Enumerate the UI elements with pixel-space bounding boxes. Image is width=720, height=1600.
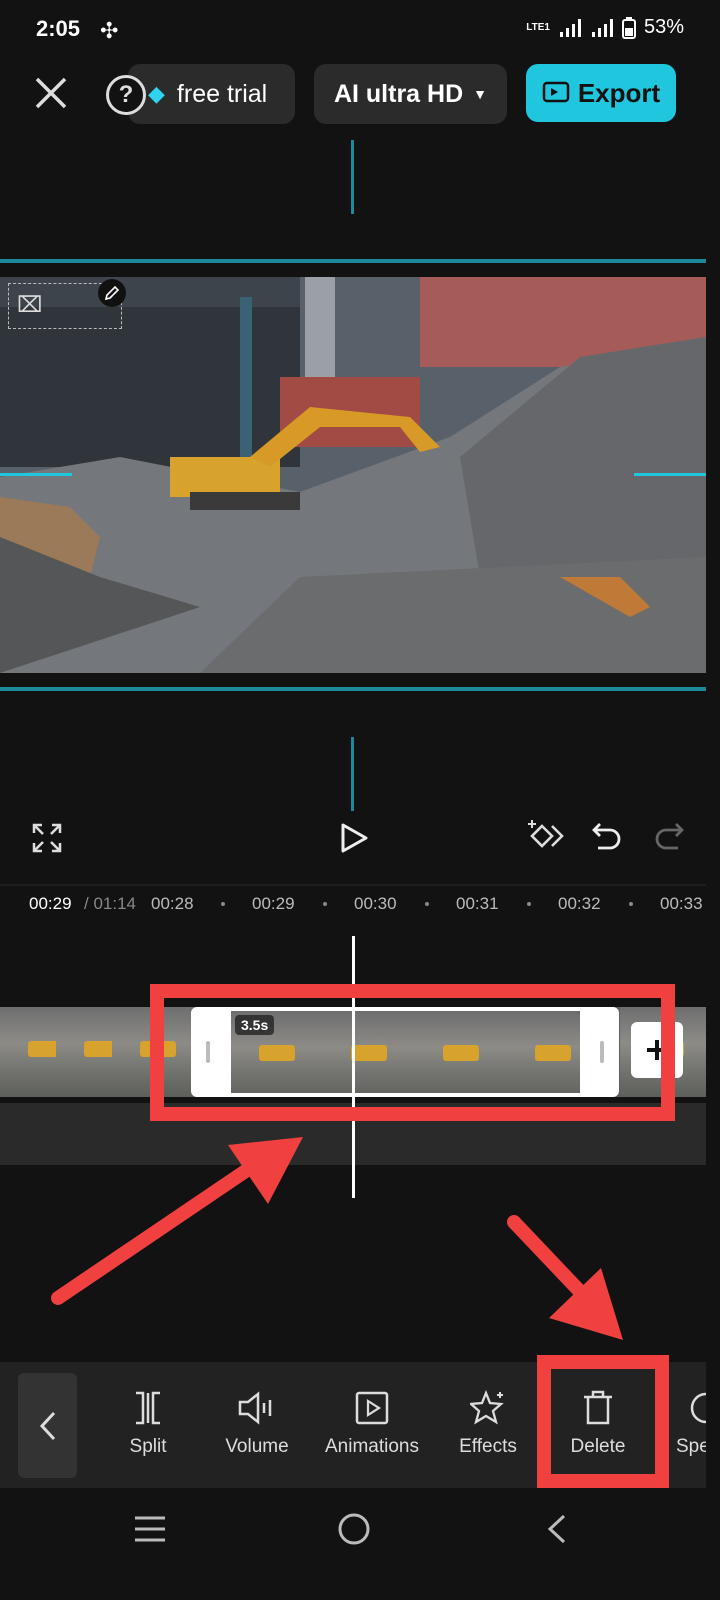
diamond-icon: ◆ (148, 81, 165, 106)
speed-tool[interactable]: Spe (676, 1388, 706, 1458)
clip-thumbnail (323, 1011, 415, 1093)
split-label: Split (129, 1436, 167, 1457)
quality-label: AI ultra HD (333, 79, 464, 108)
guide-line-bottom (0, 687, 706, 691)
delete-tool[interactable]: Delete (558, 1388, 638, 1458)
speed-label: Spe (676, 1436, 706, 1457)
total-time: / 01:14 (84, 894, 136, 913)
export-icon (542, 81, 570, 103)
export-label: Export (577, 77, 661, 108)
back-button[interactable] (18, 1373, 77, 1478)
selected-clip[interactable]: 3.5s (191, 1007, 619, 1097)
tick-label: 00:31 (456, 894, 499, 913)
signal-icon (591, 18, 613, 37)
center-guide-bottom (351, 737, 354, 811)
effects-tool[interactable]: Effects (448, 1388, 528, 1458)
volume-tool[interactable]: Volume (212, 1388, 302, 1458)
clip-duration-badge: 3.5s (235, 1015, 275, 1035)
center-guide-top (351, 140, 354, 214)
edit-watermark-button[interactable] (98, 279, 126, 307)
plus-icon (647, 1040, 667, 1060)
recents-button[interactable] (133, 1514, 167, 1549)
pinwheel-icon: ✣ (100, 18, 119, 43)
effects-icon (470, 1390, 504, 1425)
tick-label: 00:28 (151, 894, 194, 913)
network-label: LTE1 (526, 21, 550, 33)
trim-handle-left[interactable] (206, 1041, 210, 1063)
playhead[interactable] (352, 936, 355, 1198)
volume-icon (238, 1391, 272, 1425)
annotation-arrow-shaft (51, 1161, 257, 1305)
keyframe-button[interactable] (522, 818, 564, 861)
close-icon (35, 77, 67, 109)
signal-icon (559, 18, 581, 37)
play-icon (341, 823, 368, 853)
undo-button[interactable] (590, 821, 622, 858)
back-arrow-icon (547, 1514, 566, 1544)
home-circle-icon (338, 1513, 370, 1545)
free-trial-button[interactable]: ◆ free trial (128, 64, 295, 124)
tick-dot (323, 902, 327, 906)
animations-icon (355, 1391, 389, 1425)
tick-dot (425, 902, 429, 906)
tick-label: 00:29 (252, 894, 295, 913)
help-icon[interactable]: ? (106, 75, 146, 115)
current-time: 00:29 (29, 894, 72, 913)
divider (0, 884, 706, 886)
tick-label: 00:32 (558, 894, 601, 913)
menu-icon (135, 1516, 165, 1542)
split-tool[interactable]: Split (108, 1388, 188, 1458)
delete-icon (584, 1390, 612, 1425)
battery-icon (621, 16, 636, 39)
home-button[interactable] (337, 1512, 371, 1551)
time-ruler: 00:29 / 01:14 00:28 00:29 00:30 00:31 00… (0, 890, 706, 918)
fullscreen-button[interactable] (32, 823, 62, 858)
guide-line-top (0, 259, 706, 263)
trim-handle-right[interactable] (600, 1041, 604, 1063)
quality-dropdown[interactable]: AI ultra HD ▼ (314, 64, 507, 124)
redo-icon (655, 823, 684, 850)
speed-icon (690, 1392, 706, 1424)
tick-dot (221, 902, 225, 906)
undo-icon (592, 823, 621, 850)
fullscreen-icon (32, 823, 62, 853)
video-frame-image (0, 277, 706, 673)
add-clip-button[interactable] (631, 1022, 683, 1078)
status-indicators: LTE1 53% (526, 16, 684, 39)
guide-mark-left (0, 473, 72, 476)
system-back-button[interactable] (544, 1513, 568, 1550)
chevron-left-icon (39, 1411, 55, 1440)
export-button[interactable]: Export (526, 64, 676, 122)
tick-label: 00:30 (354, 894, 397, 913)
redo-button[interactable] (654, 821, 686, 858)
tick-dot (629, 902, 633, 906)
delete-label: Delete (570, 1436, 626, 1457)
video-preview[interactable]: ⌧ (0, 277, 706, 673)
clip-thumbnail (507, 1011, 580, 1093)
battery-percent: 53% (643, 16, 684, 38)
close-button[interactable] (34, 76, 68, 115)
status-time: 2:05 (36, 16, 81, 41)
free-trial-label: free trial (176, 79, 268, 108)
animations-label: Animations (325, 1436, 419, 1457)
annotation-arrow-shaft (507, 1215, 595, 1307)
pencil-icon (104, 285, 120, 301)
keyframe-icon (528, 820, 564, 848)
annotation-arrow-head (549, 1268, 623, 1340)
selected-clip-frames (231, 1011, 580, 1093)
effects-label: Effects (459, 1436, 517, 1457)
split-icon (136, 1391, 160, 1425)
tick-label: 00:33 (660, 894, 703, 913)
caret-down-icon: ▼ (473, 86, 488, 102)
capcut-logo-icon: ⌧ (17, 292, 43, 317)
animations-tool[interactable]: Animations (316, 1388, 428, 1458)
clip-thumbnail (415, 1011, 507, 1093)
volume-label: Volume (225, 1436, 289, 1457)
tick-dot (527, 902, 531, 906)
guide-mark-right (634, 473, 706, 476)
play-button[interactable] (338, 822, 370, 859)
